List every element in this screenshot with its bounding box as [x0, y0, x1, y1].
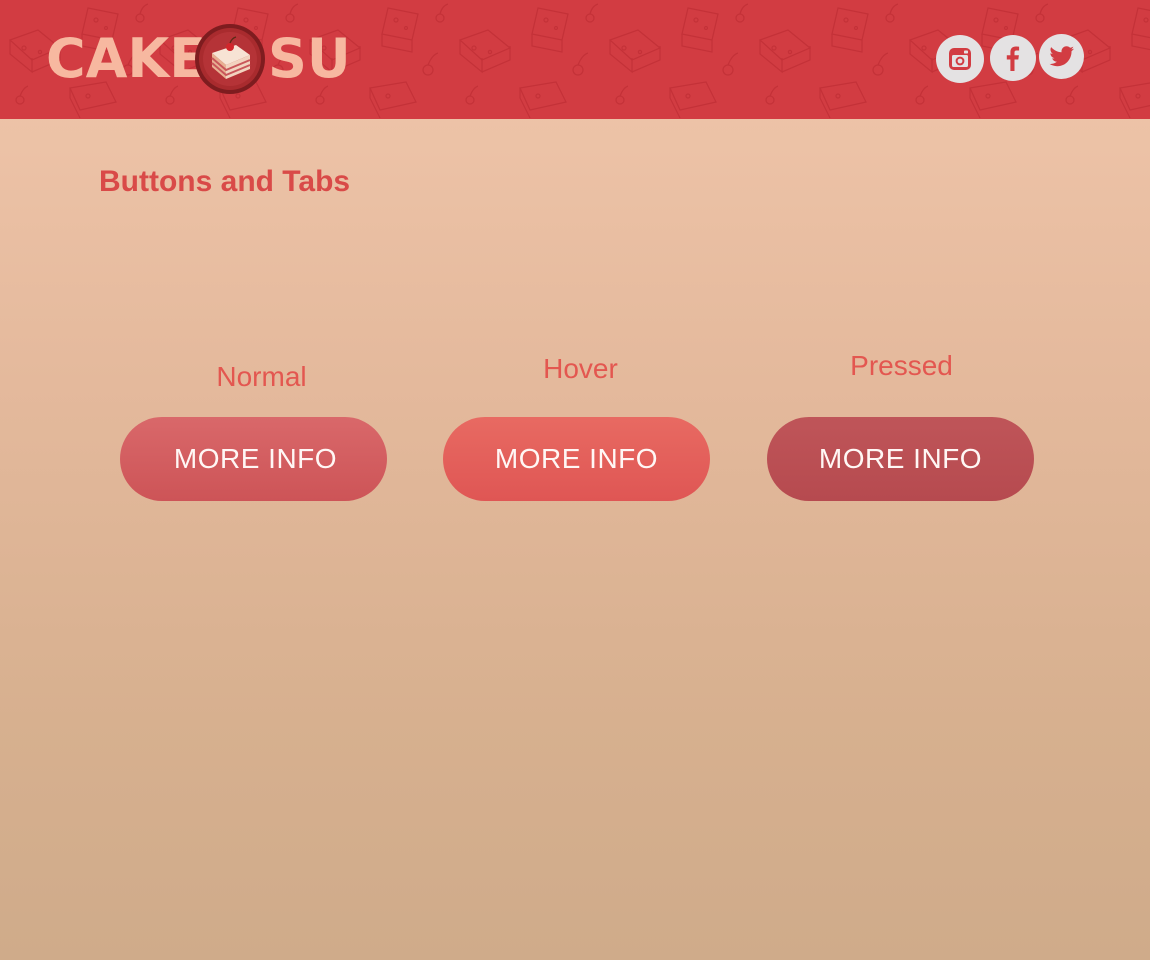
facebook-link[interactable] [990, 35, 1036, 81]
state-label-normal: Normal [216, 361, 307, 392]
state-label-hover: Hover [543, 353, 618, 384]
site-logo[interactable]: CAKE SU [46, 22, 351, 96]
site-header: CAKE SU [0, 0, 1150, 119]
logo-text-su: SU [268, 27, 351, 90]
instagram-icon [949, 48, 971, 70]
more-info-button-hover[interactable]: MORE INFO [443, 417, 710, 501]
more-info-button-pressed[interactable]: MORE INFO [767, 417, 1034, 501]
more-info-button-normal[interactable]: MORE INFO [120, 417, 387, 501]
facebook-icon [1006, 46, 1020, 71]
twitter-link[interactable] [1039, 34, 1084, 79]
cake-slice-icon [195, 24, 265, 94]
state-label-pressed: Pressed [850, 350, 953, 381]
page-title: Buttons and Tabs [99, 165, 351, 198]
logo-text-cake: CAKE [46, 27, 207, 90]
instagram-link[interactable] [936, 35, 984, 83]
twitter-icon [1049, 45, 1074, 66]
